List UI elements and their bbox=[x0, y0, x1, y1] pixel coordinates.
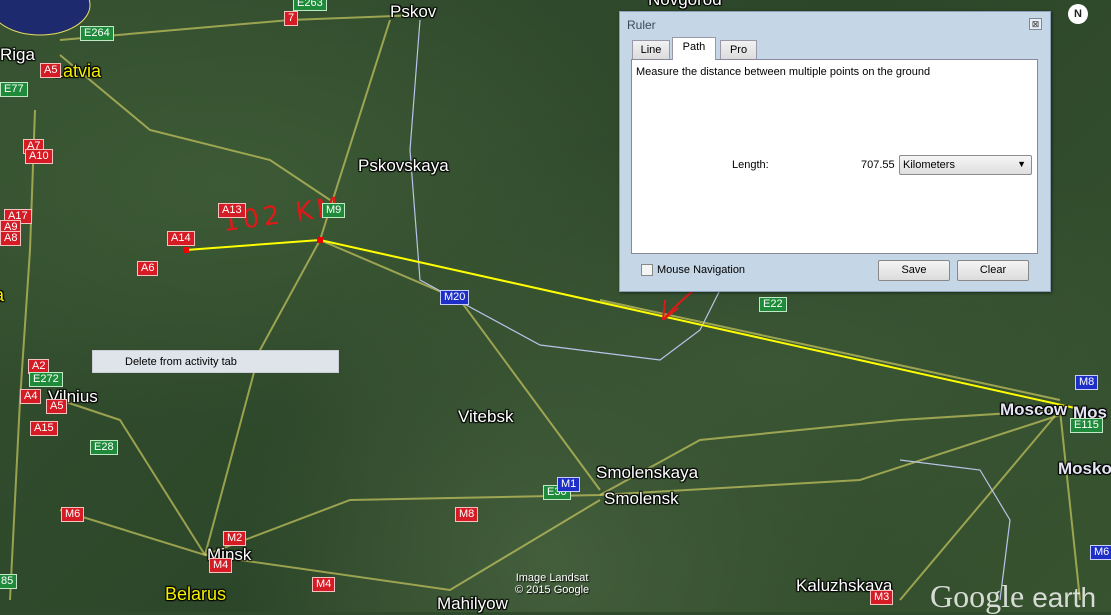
road-shield: M8 bbox=[455, 507, 479, 522]
road-shield: A13 bbox=[218, 203, 246, 218]
road-shield: M4 bbox=[312, 577, 336, 592]
tab-line[interactable]: Line bbox=[632, 40, 670, 59]
path-point bbox=[183, 247, 189, 253]
road-shield: E22 bbox=[759, 297, 787, 312]
place-label: Mosko bbox=[1058, 459, 1111, 478]
road-shield: E28 bbox=[90, 440, 118, 455]
compass-north-icon[interactable]: N bbox=[1068, 4, 1088, 24]
road-shield: M1 bbox=[557, 477, 581, 492]
road-shield: M2 bbox=[223, 531, 247, 546]
road-shield: E272 bbox=[29, 372, 63, 387]
country-label: a bbox=[0, 285, 4, 306]
road-shield: M4 bbox=[209, 558, 233, 573]
chevron-down-icon: ▼ bbox=[1017, 159, 1026, 169]
road-shield: 85 bbox=[0, 574, 18, 589]
road-shield: A10 bbox=[25, 149, 53, 164]
path-point bbox=[317, 237, 323, 243]
close-icon[interactable]: ⊠ bbox=[1029, 18, 1042, 30]
credit-line: © 2015 Google bbox=[515, 584, 590, 596]
place-label: Vitebsk bbox=[458, 407, 514, 426]
road-shield: E77 bbox=[0, 82, 28, 97]
gulf-of-riga bbox=[0, 0, 91, 36]
road-shield: A14 bbox=[167, 231, 195, 246]
country-label: Belarus bbox=[165, 584, 227, 604]
place-label: Riga bbox=[0, 45, 35, 64]
description: Measure the distance between multiple po… bbox=[636, 66, 931, 78]
road-shield: A4 bbox=[20, 389, 42, 404]
logo-google: Google bbox=[930, 578, 1025, 614]
road-shield: E115 bbox=[1070, 418, 1103, 433]
road-shield: M3 bbox=[870, 590, 894, 605]
road-shield: M6 bbox=[61, 507, 85, 522]
road-shield: E263 bbox=[293, 0, 327, 11]
place-label: Smolensk bbox=[604, 489, 679, 508]
path-panel: Measure the distance between multiple po… bbox=[631, 59, 1038, 254]
clear-button[interactable]: Clear bbox=[957, 260, 1029, 281]
road-shield: A5 bbox=[40, 63, 62, 78]
length-value: 707.55 bbox=[861, 159, 895, 171]
context-menu-delete-from-activity-tab[interactable]: Delete from activity tab bbox=[92, 350, 339, 373]
logo-earth: earth bbox=[1032, 582, 1097, 613]
place-label: Moscow bbox=[1000, 400, 1068, 419]
road-shield: A6 bbox=[137, 261, 159, 276]
place-label: Smolenskaya bbox=[596, 463, 699, 482]
place-label: Pskov bbox=[390, 2, 437, 21]
google-earth-logo: Google earth bbox=[930, 578, 1096, 615]
ruler-dialog: Ruler ⊠ Line Path Pro Measure the distan… bbox=[619, 11, 1051, 292]
road-shield: 7 bbox=[284, 11, 299, 26]
imagery-credit: Image Landsat © 2015 Google bbox=[515, 572, 589, 596]
mouse-navigation-checkbox[interactable] bbox=[641, 264, 653, 276]
dialog-title: Ruler bbox=[627, 18, 656, 32]
road-shield: M9 bbox=[322, 203, 346, 218]
place-label: Mahilyow bbox=[437, 594, 508, 613]
place-label: Novgorod bbox=[648, 0, 722, 10]
road-shield: E264 bbox=[80, 26, 114, 41]
unit-value: Kilometers bbox=[903, 159, 955, 171]
road-shield: M20 bbox=[440, 290, 470, 305]
mouse-navigation-label[interactable]: Mouse Navigation bbox=[657, 264, 745, 276]
road-shield: M8 bbox=[1075, 375, 1099, 390]
place-label: Pskovskaya bbox=[358, 156, 449, 175]
tab-path[interactable]: Path bbox=[672, 37, 716, 60]
credit-line: Image Landsat bbox=[515, 572, 589, 584]
tab-pro[interactable]: Pro bbox=[720, 40, 757, 59]
road-shield: A5 bbox=[46, 399, 68, 414]
road-shield: A15 bbox=[30, 421, 58, 436]
road-shield: A8 bbox=[0, 231, 22, 246]
length-label: Length: bbox=[732, 159, 769, 171]
save-button[interactable]: Save bbox=[878, 260, 950, 281]
road-shield: M6 bbox=[1090, 545, 1111, 560]
unit-select[interactable]: Kilometers ▼ bbox=[899, 155, 1032, 175]
